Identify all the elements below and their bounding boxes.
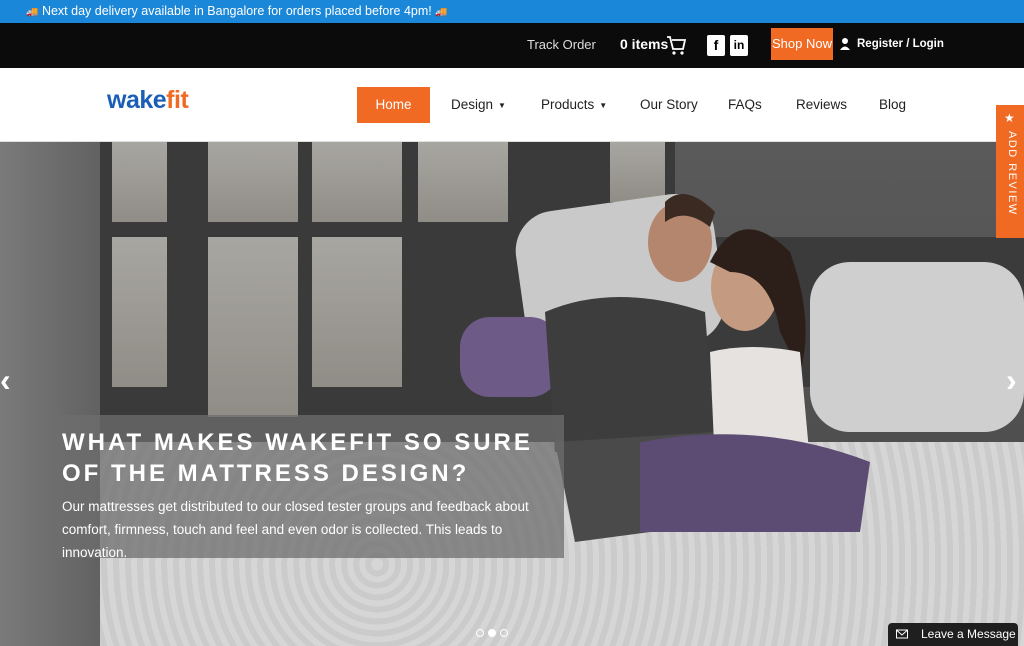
register-login-link[interactable]: Register / Login: [857, 38, 944, 50]
star-icon: ★: [1004, 111, 1015, 125]
slider-dot[interactable]: [476, 629, 484, 637]
nav-blog[interactable]: Blog: [879, 97, 906, 112]
leave-message-label: Leave a Message: [921, 627, 1016, 641]
add-review-tab[interactable]: ★ ADD REVIEW: [996, 105, 1024, 238]
caret-down-icon: ▼: [498, 100, 506, 110]
add-review-label: ADD REVIEW: [1006, 131, 1018, 216]
woman-figure: [640, 229, 870, 532]
announcement-bar: 🚚 Next day delivery available in Bangalo…: [0, 0, 1024, 23]
nav-home[interactable]: Home: [357, 87, 430, 123]
nav-reviews[interactable]: Reviews: [796, 97, 847, 112]
facebook-icon[interactable]: f: [707, 35, 725, 56]
wakefit-logo[interactable]: wakefit: [107, 86, 189, 115]
slider-dots: [476, 624, 512, 642]
user-icon: [840, 38, 850, 50]
hero-slider: ‹ › WHAT MAKES WAKEFIT SO SURE OF THE MA…: [0, 142, 1024, 646]
slider-next-arrow[interactable]: ›: [1006, 362, 1017, 399]
slider-dot-active[interactable]: [488, 629, 496, 637]
main-nav: wakefit Home Design ▼ Products ▼ Our Story…: [0, 68, 1024, 142]
nav-faqs[interactable]: FAQs: [728, 97, 762, 112]
shop-now-button[interactable]: Shop Now: [771, 28, 833, 60]
envelope-icon: [896, 629, 908, 639]
hero-background: [0, 142, 110, 646]
hero-title: WHAT MAKES WAKEFIT SO SURE OF THE MATTRE…: [62, 429, 533, 487]
truck-icon: 🚚: [435, 7, 448, 18]
slider-prev-arrow[interactable]: ‹: [0, 362, 11, 399]
nav-our-story[interactable]: Our Story: [640, 97, 698, 112]
slider-dot[interactable]: [500, 629, 508, 637]
caret-down-icon: ▼: [599, 100, 608, 110]
track-order-link[interactable]: Track Order: [527, 37, 596, 52]
top-bar: Track Order 0 items f in Shop Now Regist…: [0, 23, 1024, 68]
announcement-text: Next day delivery available in Bangalore…: [41, 4, 432, 18]
cart-items-count[interactable]: 0 items: [620, 36, 668, 52]
hero-body: Our mattresses get distributed to our cl…: [62, 499, 529, 560]
leave-message-widget[interactable]: Leave a Message: [888, 623, 1018, 646]
truck-icon: 🚚: [26, 7, 39, 18]
nav-products[interactable]: Products ▼: [541, 97, 607, 112]
hero-caption: WHAT MAKES WAKEFIT SO SURE OF THE MATTRE…: [51, 415, 564, 560]
linkedin-icon[interactable]: in: [730, 35, 748, 56]
nav-design[interactable]: Design ▼: [451, 97, 506, 112]
cart-icon[interactable]: [666, 34, 686, 56]
